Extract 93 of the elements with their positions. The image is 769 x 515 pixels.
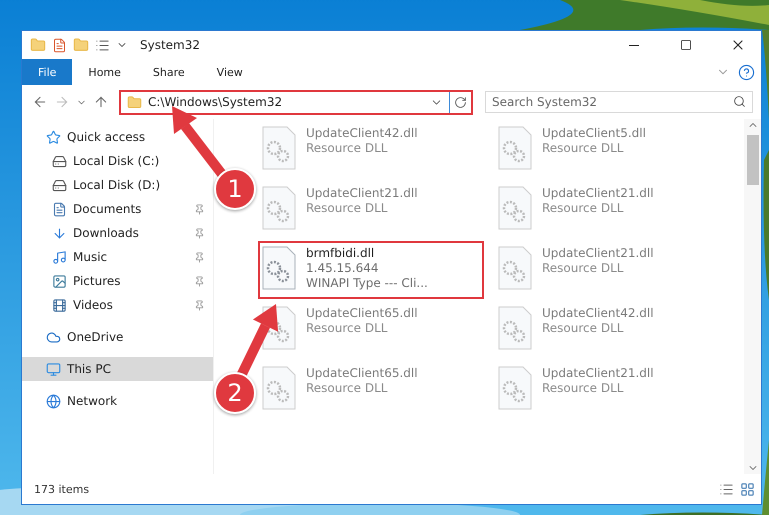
file-detail: Resource DLL xyxy=(542,381,624,396)
item-count: 173 items xyxy=(34,482,90,496)
file-gear-icon xyxy=(262,246,296,290)
file-gear-icon xyxy=(262,186,296,230)
folder-icon xyxy=(127,94,142,110)
file-name: UpdateClient42.dll xyxy=(542,306,654,321)
network-icon xyxy=(46,394,61,408)
scroll-thumb[interactable] xyxy=(746,135,758,185)
up-button[interactable] xyxy=(93,94,109,110)
sidebar-item[interactable]: This PC xyxy=(22,357,213,381)
ribbon-tab[interactable]: View xyxy=(200,59,259,85)
folder-icon xyxy=(73,37,89,53)
properties-icon xyxy=(52,38,67,52)
file-tile[interactable]: UpdateClient21.dll Resource DLL xyxy=(494,181,720,239)
search-icon xyxy=(733,95,746,108)
sidebar-item[interactable]: OneDrive xyxy=(22,325,132,349)
file-detail: Resource DLL xyxy=(306,201,388,216)
back-button[interactable] xyxy=(32,94,48,110)
tiles-view-button[interactable] xyxy=(740,482,755,496)
window-title: System32 xyxy=(140,38,202,52)
file-detail: Resource DLL xyxy=(306,141,388,156)
file-gear-icon xyxy=(498,126,532,170)
sidebar-item[interactable]: Videos xyxy=(22,293,213,317)
list-icon xyxy=(95,38,110,52)
file-gear-icon xyxy=(262,366,296,410)
star-icon xyxy=(46,130,61,144)
file-tile[interactable]: UpdateClient5.dll Resource DLL xyxy=(494,121,720,179)
file-tile[interactable]: UpdateClient42.dll Resource DLL xyxy=(258,121,484,179)
drive-icon xyxy=(52,154,67,168)
sidebar-item[interactable]: Local Disk (D:) xyxy=(22,173,168,197)
details-view-button[interactable] xyxy=(719,482,734,496)
file-name: UpdateClient21.dll xyxy=(542,246,654,261)
file-menu-button[interactable]: File xyxy=(22,59,72,85)
file-name: brmfbidi.dll xyxy=(306,246,376,261)
file-detail: WINAPI Type --- Cli... xyxy=(306,276,428,291)
address-path: C:\Windows\System32 xyxy=(148,95,284,109)
pin-icon xyxy=(194,276,205,286)
file-name: UpdateClient65.dll xyxy=(306,366,418,381)
sidebar-item[interactable]: Local Disk (C:) xyxy=(22,149,168,173)
file-detail: Resource DLL xyxy=(306,321,388,336)
address-bar[interactable]: C:\Windows\System32 xyxy=(119,90,473,114)
file-detail: Resource DLL xyxy=(542,141,624,156)
monitor-icon xyxy=(46,362,61,376)
tiles-view-icon xyxy=(740,482,755,496)
refresh-icon xyxy=(454,96,467,108)
file-detail: Resource DLL xyxy=(542,201,624,216)
file-tile[interactable]: UpdateClient21.dll Resource DLL xyxy=(494,241,720,299)
sidebar-item[interactable]: Network xyxy=(22,389,126,413)
scrollbar[interactable] xyxy=(744,119,761,474)
help-icon xyxy=(738,64,755,80)
minimize-icon xyxy=(629,44,639,46)
details-view-icon xyxy=(719,482,734,496)
file-name: UpdateClient21.dll xyxy=(306,186,418,201)
file-tile[interactable]: UpdateClient65.dll Resource DLL xyxy=(258,361,484,419)
file-detail: Resource DLL xyxy=(542,321,624,336)
picture-icon xyxy=(52,274,67,288)
maximize-icon xyxy=(680,39,692,51)
file-name: UpdateClient42.dll xyxy=(306,126,418,141)
cloud-icon xyxy=(46,330,61,344)
file-tile[interactable]: UpdateClient42.dll Resource DLL xyxy=(494,301,720,359)
file-gear-icon xyxy=(498,246,532,290)
file-gear-icon xyxy=(498,366,532,410)
file-tile[interactable]: UpdateClient21.dll Resource DLL xyxy=(494,361,720,419)
file-detail: Resource DLL xyxy=(542,261,624,276)
file-detail: 1.45.15.644 xyxy=(306,261,380,276)
file-tile[interactable]: brmfbidi.dll 1.45.15.644 WINAPI Type --- Cli... xyxy=(258,241,484,299)
sidebar-item[interactable]: Quick access xyxy=(22,125,154,149)
sidebar-item[interactable]: Pictures xyxy=(22,269,213,293)
search-field[interactable]: Search System32 xyxy=(485,91,753,113)
file-gear-icon xyxy=(262,126,296,170)
file-detail: Resource DLL xyxy=(306,381,388,396)
file-name: UpdateClient65.dll xyxy=(306,306,418,321)
file-name: UpdateClient21.dll xyxy=(542,186,654,201)
document-icon xyxy=(52,202,67,216)
file-name: UpdateClient21.dll xyxy=(542,366,654,381)
drive-icon xyxy=(52,178,67,192)
pin-icon xyxy=(194,228,205,238)
folder-icon xyxy=(30,37,46,53)
sidebar-item[interactable]: Downloads xyxy=(22,221,213,245)
ribbon-tab[interactable]: Share xyxy=(136,59,201,85)
pin-icon xyxy=(194,300,205,310)
file-gear-icon xyxy=(498,186,532,230)
pin-icon xyxy=(194,252,205,262)
file-tile[interactable]: UpdateClient21.dll Resource DLL xyxy=(258,181,484,239)
sidebar-item[interactable]: Music xyxy=(22,245,213,269)
file-name: UpdateClient5.dll xyxy=(542,126,646,141)
file-gear-icon xyxy=(498,306,532,350)
download-icon xyxy=(52,226,67,240)
film-icon xyxy=(52,298,67,312)
ribbon-tab[interactable]: Home xyxy=(72,59,137,85)
music-note-icon xyxy=(52,250,67,264)
pin-icon xyxy=(194,204,205,214)
sidebar-item[interactable]: Documents xyxy=(22,197,213,221)
